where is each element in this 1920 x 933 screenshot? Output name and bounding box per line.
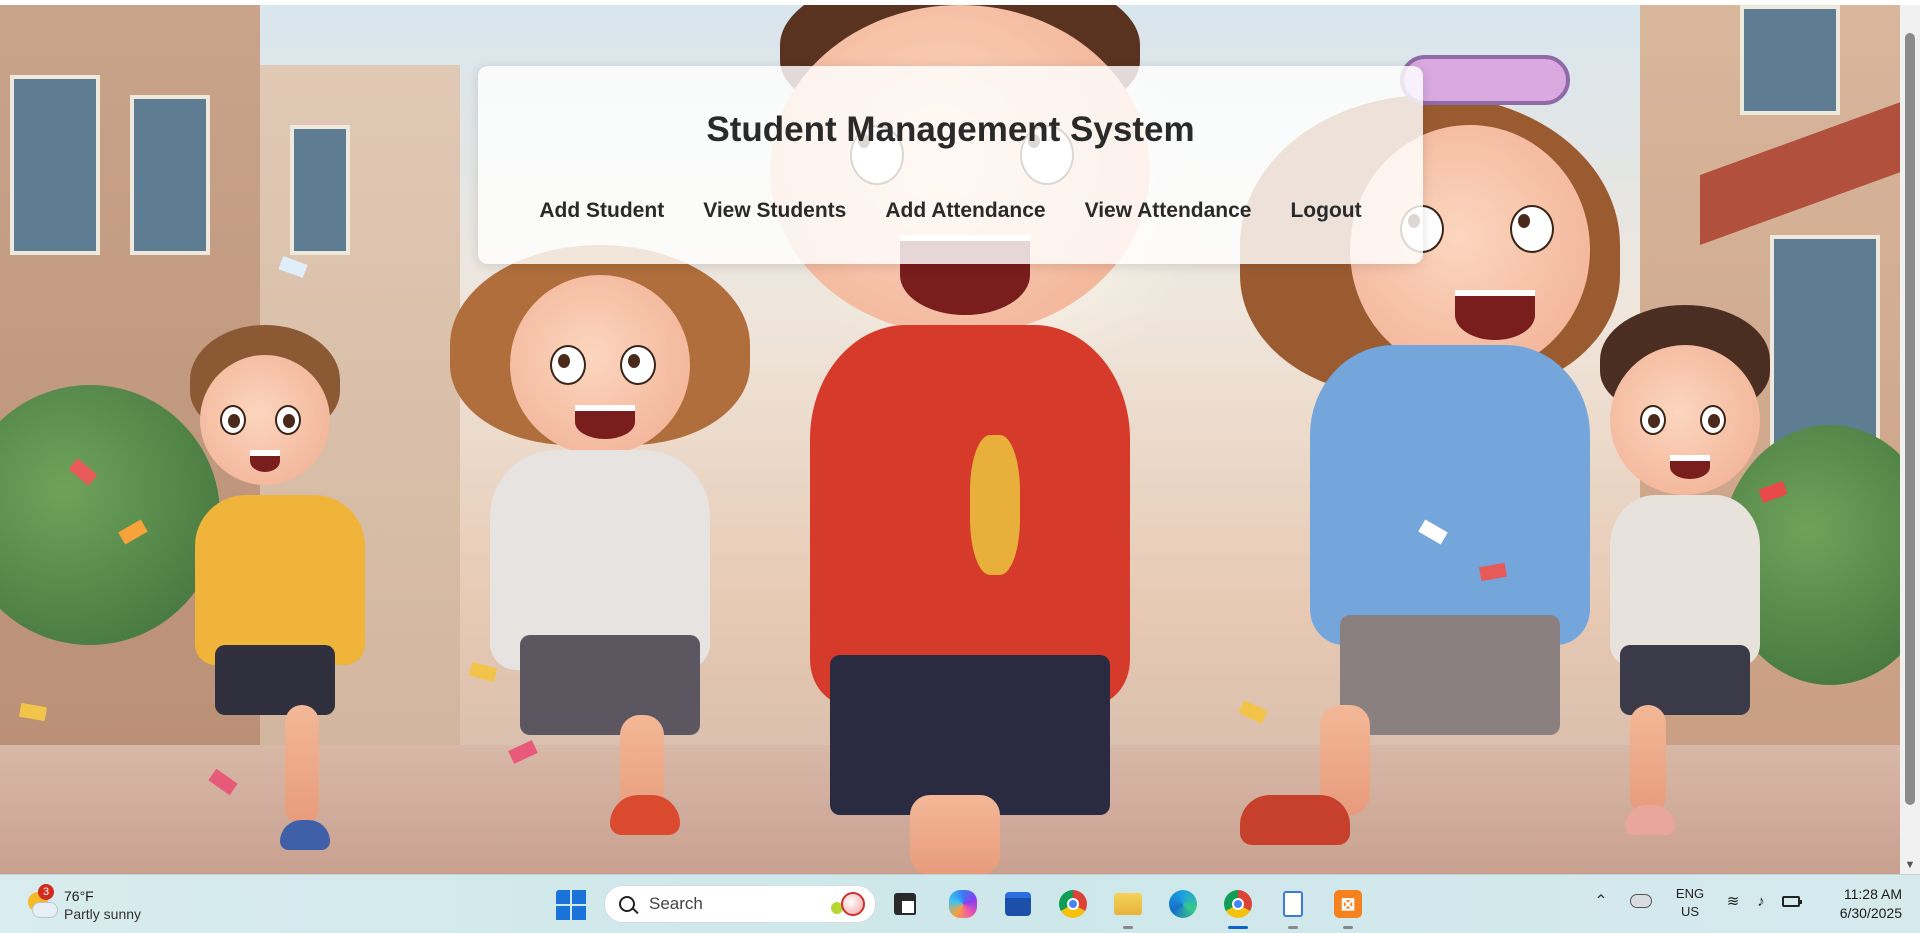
background-window	[1740, 5, 1840, 115]
kid-shirt	[1310, 345, 1590, 645]
weather-temperature: 76°F	[64, 888, 94, 904]
kid-sunglasses	[1400, 55, 1570, 105]
kid-eye	[275, 405, 301, 435]
kid-mouth	[1455, 290, 1535, 340]
running-indicator	[1288, 926, 1298, 929]
search-label: Search	[649, 894, 703, 913]
region-code: US	[1680, 904, 1700, 919]
kid-shorts	[1620, 645, 1750, 715]
kid-shorts	[830, 655, 1110, 815]
page-viewport: Student Management System Add Student Vi…	[0, 5, 1900, 874]
illustration-kid-girl-left	[450, 235, 770, 874]
notes-icon[interactable]	[1276, 887, 1310, 929]
xampp-icon[interactable]: ⊠	[1331, 887, 1365, 929]
battery-icon[interactable]	[1782, 896, 1802, 907]
weather-text: 76°F Partly sunny	[64, 887, 141, 923]
kid-eye	[550, 345, 586, 385]
weather-description: Partly sunny	[64, 906, 142, 922]
active-indicator	[1228, 926, 1248, 929]
illustration-kid-yellow	[180, 325, 420, 874]
store-icon[interactable]	[1001, 887, 1035, 921]
folder-icon[interactable]	[1111, 887, 1145, 929]
illustration-kid-far-right	[1570, 305, 1820, 865]
kid-shoe	[280, 820, 330, 850]
task-view-icon[interactable]	[888, 887, 922, 921]
kid-shoe	[610, 795, 680, 835]
kid-shoe	[1625, 805, 1675, 835]
kid-shirt	[1610, 495, 1760, 665]
kid-leg	[285, 705, 319, 825]
windows-taskbar: 3 76°F Partly sunny Search ⊠ ⌃ ENG US ≋ …	[0, 874, 1920, 933]
clock-time: 11:28 AM	[1843, 886, 1902, 902]
kid-shoe	[1240, 795, 1350, 845]
edge-icon[interactable]	[1166, 887, 1200, 921]
background-window	[290, 125, 350, 255]
language-code: ENG	[1675, 886, 1705, 901]
language-indicator[interactable]: ENG US	[1672, 885, 1708, 921]
main-navigation: Add Student View Students Add Attendance…	[478, 199, 1423, 223]
nav-link-view-students[interactable]: View Students	[703, 199, 846, 223]
nav-link-view-attendance[interactable]: View Attendance	[1085, 199, 1252, 223]
kid-shorts	[1340, 615, 1560, 735]
taskbar-search[interactable]: Search	[604, 885, 876, 923]
kid-eye	[1510, 205, 1554, 253]
kid-mouth	[250, 450, 280, 472]
scrollbar-thumb[interactable]	[1905, 33, 1915, 805]
background-window	[10, 75, 100, 255]
kid-shirt-emblem	[970, 435, 1020, 575]
kid-leg	[1630, 705, 1666, 815]
copilot-icon[interactable]	[946, 887, 980, 921]
kid-eye	[1640, 405, 1666, 435]
kid-eye	[620, 345, 656, 385]
kid-mouth	[1670, 455, 1710, 479]
navigation-card: Student Management System Add Student Vi…	[478, 66, 1423, 264]
clock[interactable]: 11:28 AM 6/30/2025	[1818, 885, 1902, 923]
cloud-icon	[32, 902, 58, 918]
kid-shorts	[215, 645, 335, 715]
chrome-icon[interactable]	[1056, 887, 1090, 921]
running-indicator	[1343, 926, 1353, 929]
background-window	[130, 95, 210, 255]
kid-shirt	[195, 495, 365, 665]
kid-eye	[220, 405, 246, 435]
kid-mouth	[575, 405, 635, 439]
nav-link-logout[interactable]: Logout	[1290, 199, 1361, 223]
partly-sunny-icon: 3	[24, 884, 58, 920]
nav-link-add-attendance[interactable]: Add Attendance	[885, 199, 1045, 223]
onedrive-icon[interactable]	[1630, 894, 1652, 908]
wifi-icon[interactable]: ≋	[1724, 893, 1742, 911]
scroll-down-arrow-icon[interactable]: ▼	[1904, 859, 1916, 871]
search-icon	[619, 896, 635, 912]
nav-link-add-student[interactable]: Add Student	[539, 199, 664, 223]
kid-eye	[1700, 405, 1726, 435]
windows-start-icon[interactable]	[556, 890, 586, 920]
page-title: Student Management System	[706, 110, 1195, 149]
notification-badge: 3	[38, 884, 54, 900]
show-hidden-icons-chevron-icon[interactable]: ⌃	[1592, 893, 1610, 911]
kid-leg	[910, 795, 1000, 874]
screen: Student Management System Add Student Vi…	[0, 0, 1920, 933]
weather-widget[interactable]: 3 76°F Partly sunny	[24, 884, 141, 925]
vertical-scrollbar[interactable]: ▲ ▼	[1900, 5, 1920, 874]
tennis-racket-icon	[841, 892, 865, 916]
volume-icon[interactable]: ♪	[1752, 893, 1770, 911]
kid-shorts	[520, 635, 700, 735]
running-indicator	[1123, 926, 1133, 929]
clock-date: 6/30/2025	[1839, 905, 1902, 921]
chrome-active-icon[interactable]	[1221, 887, 1255, 929]
